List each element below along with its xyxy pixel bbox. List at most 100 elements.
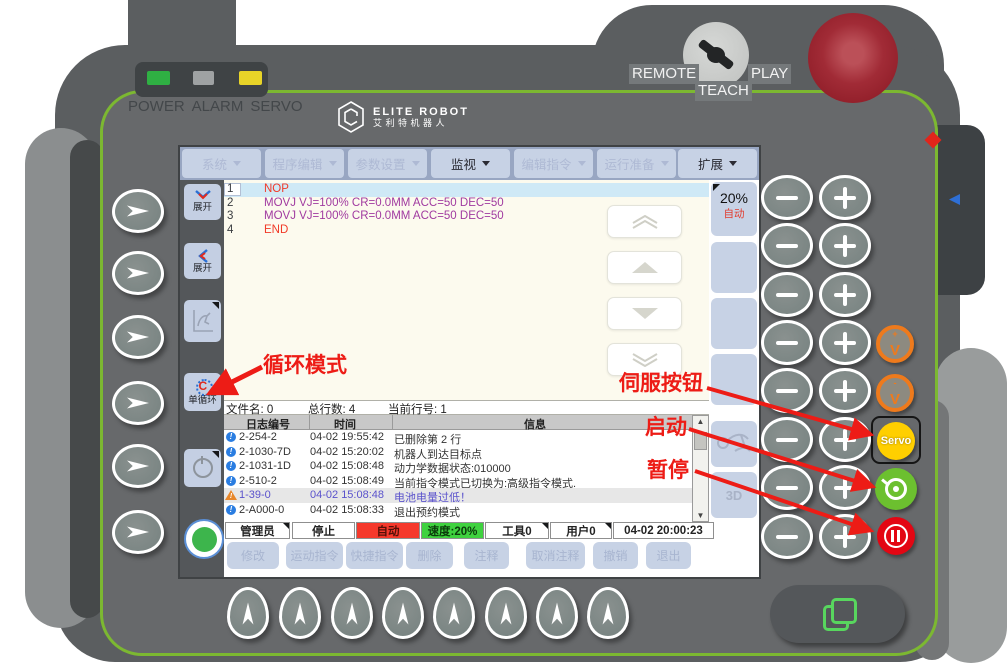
jog-minus-2[interactable] bbox=[761, 223, 813, 268]
jog-plus-3[interactable] bbox=[819, 272, 871, 317]
expand-left-button[interactable]: 展开 bbox=[184, 243, 221, 279]
blank-side-button-1[interactable] bbox=[711, 242, 757, 293]
bottom-key-6[interactable] bbox=[485, 587, 527, 639]
bottom-key-5[interactable] bbox=[433, 587, 475, 639]
log-row[interactable]: 2-1031-1D04-02 15:08:48动力学数据状态:010000 bbox=[224, 459, 692, 474]
servo-button[interactable]: Servo bbox=[877, 422, 915, 460]
program-line[interactable]: NOP bbox=[264, 183, 289, 197]
run-indicator-button[interactable] bbox=[184, 519, 224, 559]
log-row[interactable]: 2-1030-7D04-02 15:20:02机器人到达目标点 bbox=[224, 445, 692, 460]
scrollbar-up-icon[interactable]: ▲ bbox=[693, 417, 708, 426]
jog-plus-8[interactable] bbox=[819, 514, 871, 559]
log-row[interactable]: 2-A000-004-02 15:08:33退出预约模式 bbox=[224, 503, 692, 518]
user-frame-chip[interactable]: 用户0 bbox=[550, 522, 612, 539]
jog-plus-7[interactable] bbox=[819, 465, 871, 510]
exit-button[interactable]: 退出 bbox=[646, 542, 691, 569]
scroll-down-button[interactable] bbox=[607, 297, 682, 330]
power-icon bbox=[193, 458, 213, 478]
left-key-3[interactable] bbox=[112, 315, 164, 359]
menu-run-prepare[interactable]: 运行准备 bbox=[597, 149, 676, 178]
annotation-pause: 暂停 bbox=[647, 454, 689, 484]
undo-button[interactable]: 撤销 bbox=[593, 542, 638, 569]
speed-mode-button[interactable]: 20% 自动 bbox=[711, 182, 757, 236]
log-row-warning[interactable]: 1-39-004-02 15:08:48电池电量过低！ bbox=[224, 488, 692, 503]
right-arrow-icon bbox=[127, 458, 149, 475]
window-switch-button[interactable] bbox=[770, 585, 905, 643]
uncomment-button[interactable]: 取消注释 bbox=[526, 542, 585, 569]
log-row[interactable]: 2-254-204-02 19:55:42已删除第 2 行 bbox=[224, 430, 692, 445]
menu-monitor[interactable]: 监视 bbox=[431, 149, 510, 178]
plus-icon bbox=[834, 284, 856, 306]
cycle-mode-icon: C bbox=[193, 378, 213, 396]
program-line[interactable]: MOVJ VJ=100% CR=0.0MM ACC=50 DEC=50 bbox=[264, 210, 504, 224]
bottom-key-4[interactable] bbox=[382, 587, 424, 639]
bottom-key-2[interactable] bbox=[279, 587, 321, 639]
single-cycle-button[interactable]: C 单循环 bbox=[184, 373, 221, 411]
delete-button[interactable]: 删除 bbox=[406, 542, 453, 569]
alarm-led-label: ALARM bbox=[192, 98, 244, 115]
scroll-up-button[interactable] bbox=[607, 251, 682, 284]
power-tool-button[interactable] bbox=[184, 449, 221, 487]
bottom-key-8[interactable] bbox=[587, 587, 629, 639]
menu-extend[interactable]: 扩展 bbox=[678, 149, 757, 178]
scroll-page-up-button[interactable] bbox=[607, 205, 682, 238]
log-scrollbar[interactable]: ▲ ▼ bbox=[692, 415, 709, 522]
jog-robot-button[interactable] bbox=[711, 421, 757, 467]
left-key-6[interactable] bbox=[112, 510, 164, 554]
emergency-stop-button[interactable] bbox=[808, 13, 898, 103]
pause-button[interactable] bbox=[877, 517, 915, 555]
right-arrow-icon bbox=[127, 203, 149, 220]
info-icon bbox=[226, 476, 236, 486]
menu-bar: 系统 程序编辑 参数设置 监视 编辑指令 运行准备 扩展 bbox=[180, 147, 759, 180]
info-icon bbox=[226, 447, 236, 457]
scrollbar-down-icon[interactable]: ▼ bbox=[693, 511, 708, 520]
speed-up-button[interactable]: + V bbox=[876, 325, 914, 363]
jog-minus-3[interactable] bbox=[761, 272, 813, 317]
key-position-remote: REMOTE bbox=[629, 64, 699, 84]
expand-down-button[interactable]: 展开 bbox=[184, 184, 221, 220]
bottom-key-7[interactable] bbox=[536, 587, 578, 639]
3d-view-button[interactable]: 3D bbox=[711, 472, 757, 518]
left-key-5[interactable] bbox=[112, 444, 164, 488]
jog-minus-7[interactable] bbox=[761, 465, 813, 510]
modify-button[interactable]: 修改 bbox=[227, 542, 279, 569]
bottom-key-3[interactable] bbox=[331, 587, 373, 639]
menu-program-edit[interactable]: 程序编辑 bbox=[265, 149, 344, 178]
bottom-key-1[interactable] bbox=[227, 587, 269, 639]
start-button[interactable] bbox=[875, 468, 917, 510]
menu-parameter[interactable]: 参数设置 bbox=[348, 149, 427, 178]
info-icon bbox=[226, 432, 236, 442]
jog-plus-1[interactable] bbox=[819, 175, 871, 220]
scrollbar-thumb[interactable] bbox=[694, 432, 707, 450]
jog-plus-6[interactable] bbox=[819, 417, 871, 462]
minus-icon bbox=[776, 535, 798, 539]
jog-minus-1[interactable] bbox=[761, 175, 813, 220]
jog-plus-4[interactable] bbox=[819, 320, 871, 365]
jog-minus-8[interactable] bbox=[761, 514, 813, 559]
jog-minus-6[interactable] bbox=[761, 417, 813, 462]
jog-minus-5[interactable] bbox=[761, 368, 813, 413]
file-status-bar bbox=[224, 400, 709, 415]
blank-side-button-3[interactable] bbox=[711, 354, 757, 405]
tool-chip[interactable]: 工具0 bbox=[485, 522, 549, 539]
minus-icon bbox=[776, 293, 798, 297]
comment-button[interactable]: 注释 bbox=[464, 542, 509, 569]
user-level-chip[interactable]: 管理员 bbox=[225, 522, 290, 539]
datetime-chip: 04-02 20:00:23 bbox=[613, 522, 714, 539]
menu-system[interactable]: 系统 bbox=[182, 149, 261, 178]
quick-command-button[interactable]: 快捷指令 bbox=[346, 542, 403, 569]
menu-edit-command[interactable]: 编辑指令 bbox=[514, 149, 593, 178]
motion-command-button[interactable]: 运动指令 bbox=[286, 542, 343, 569]
jog-plus-2[interactable] bbox=[819, 223, 871, 268]
program-line[interactable]: MOVJ VJ=100% CR=0.0MM ACC=50 DEC=50 bbox=[264, 197, 504, 211]
left-key-1[interactable] bbox=[112, 189, 164, 233]
robot-pose-button[interactable] bbox=[184, 300, 221, 342]
left-key-4[interactable] bbox=[112, 381, 164, 425]
left-key-2[interactable] bbox=[112, 251, 164, 295]
jog-minus-4[interactable] bbox=[761, 320, 813, 365]
program-line[interactable]: END bbox=[264, 224, 288, 238]
speed-down-button[interactable]: - V bbox=[876, 374, 914, 412]
blank-side-button-2[interactable] bbox=[711, 298, 757, 349]
jog-plus-5[interactable] bbox=[819, 368, 871, 413]
log-row[interactable]: 2-510-204-02 15:08:49当前指令模式已切换为:高级指令模式. bbox=[224, 474, 692, 489]
